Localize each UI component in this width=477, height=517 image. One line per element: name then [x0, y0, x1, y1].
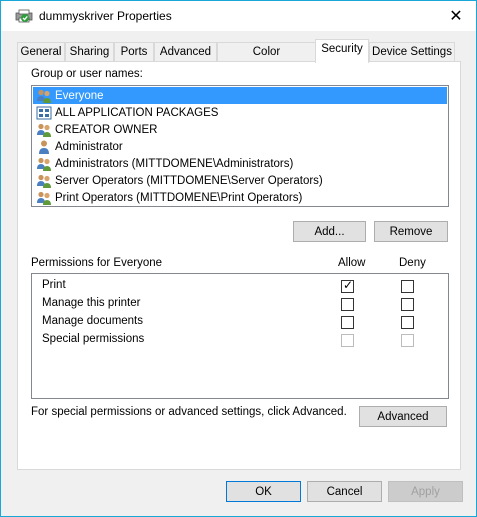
tab-security[interactable]: Security — [315, 39, 369, 63]
list-item-everyone[interactable]: Everyone — [33, 87, 447, 104]
permissions-label: Permissions for Everyone — [31, 257, 163, 269]
permission-name: Manage documents — [42, 315, 144, 327]
close-button[interactable]: ✕ — [437, 1, 475, 30]
deny-checkbox[interactable] — [401, 280, 414, 293]
user-name: Administrator — [55, 140, 123, 153]
cancel-button[interactable]: Cancel — [307, 481, 382, 502]
permission-name: Print — [42, 279, 66, 291]
tab-ports[interactable]: Ports — [114, 42, 154, 62]
users-group-icon — [37, 157, 51, 171]
users-group-icon — [37, 191, 51, 205]
ok-button[interactable]: OK — [226, 481, 301, 502]
user-name: Administrators (MITTDOMENE\Administrator… — [55, 157, 294, 170]
properties-dialog: dummyskriver Properties ✕ General Sharin… — [0, 0, 477, 517]
allow-checkbox — [341, 334, 354, 347]
permission-name: Special permissions — [42, 333, 145, 345]
users-group-icon — [37, 89, 51, 103]
list-item-administrator[interactable]: Administrator — [33, 138, 447, 155]
packages-icon — [36, 106, 52, 119]
permission-row-special-permissions: Special permissions — [42, 332, 442, 348]
checkmark-icon: ✓ — [343, 278, 354, 292]
title-bar[interactable]: dummyskriver Properties ✕ — [1, 1, 476, 31]
apply-button: Apply — [388, 481, 463, 502]
security-panel: Group or user names: Everyone ALL APPLIC… — [17, 61, 461, 470]
user-name: Everyone — [55, 89, 104, 102]
deny-checkbox — [401, 334, 414, 347]
permission-row-print: Print ✓ — [42, 278, 442, 294]
list-item-print-operators[interactable]: Print Operators (MITTDOMENE\Print Operat… — [33, 189, 447, 206]
group-label: Group or user names: — [31, 68, 143, 80]
list-item-all-application-packages[interactable]: ALL APPLICATION PACKAGES — [33, 104, 447, 121]
allow-checkbox[interactable]: ✓ — [341, 278, 354, 293]
tab-advanced[interactable]: Advanced — [154, 42, 217, 62]
tab-general[interactable]: General — [17, 42, 65, 62]
tab-color-management[interactable]: Color Management — [217, 42, 316, 76]
add-button[interactable]: Add... — [293, 221, 366, 242]
deny-column-header: Deny — [399, 257, 426, 269]
deny-checkbox[interactable] — [401, 316, 414, 329]
advanced-hint: For special permissions or advanced sett… — [31, 406, 347, 418]
close-icon: ✕ — [449, 7, 463, 25]
users-group-icon — [37, 123, 51, 137]
list-item-server-operators[interactable]: Server Operators (MITTDOMENE\Server Oper… — [33, 172, 447, 189]
tab-device-settings[interactable]: Device Settings — [369, 42, 455, 62]
printer-icon — [15, 9, 33, 23]
user-name: CREATOR OWNER — [55, 123, 158, 136]
allow-column-header: Allow — [338, 257, 366, 269]
permission-row-manage-printer: Manage this printer — [42, 296, 442, 312]
allow-checkbox[interactable] — [341, 298, 354, 311]
permissions-list: Print ✓ Manage this printer Manage docum… — [31, 273, 449, 399]
remove-button[interactable]: Remove — [374, 221, 448, 242]
advanced-button[interactable]: Advanced — [359, 406, 447, 427]
deny-checkbox[interactable] — [401, 298, 414, 311]
list-item-administrators[interactable]: Administrators (MITTDOMENE\Administrator… — [33, 155, 447, 172]
tab-sharing[interactable]: Sharing — [65, 42, 114, 62]
permission-row-manage-documents: Manage documents — [42, 314, 442, 330]
user-name: Print Operators (MITTDOMENE\Print Operat… — [55, 191, 303, 204]
user-list[interactable]: Everyone ALL APPLICATION PACKAGES CREATO… — [31, 85, 449, 207]
user-name: ALL APPLICATION PACKAGES — [55, 106, 219, 119]
window-title: dummyskriver Properties — [39, 9, 172, 23]
allow-checkbox[interactable] — [341, 316, 354, 329]
users-group-icon — [37, 174, 51, 188]
user-name: Server Operators (MITTDOMENE\Server Oper… — [55, 174, 323, 187]
user-icon — [39, 140, 49, 154]
permission-name: Manage this printer — [42, 297, 141, 309]
list-item-creator-owner[interactable]: CREATOR OWNER — [33, 121, 447, 138]
tab-bar: General Sharing Ports Advanced Color Man… — [1, 39, 476, 76]
